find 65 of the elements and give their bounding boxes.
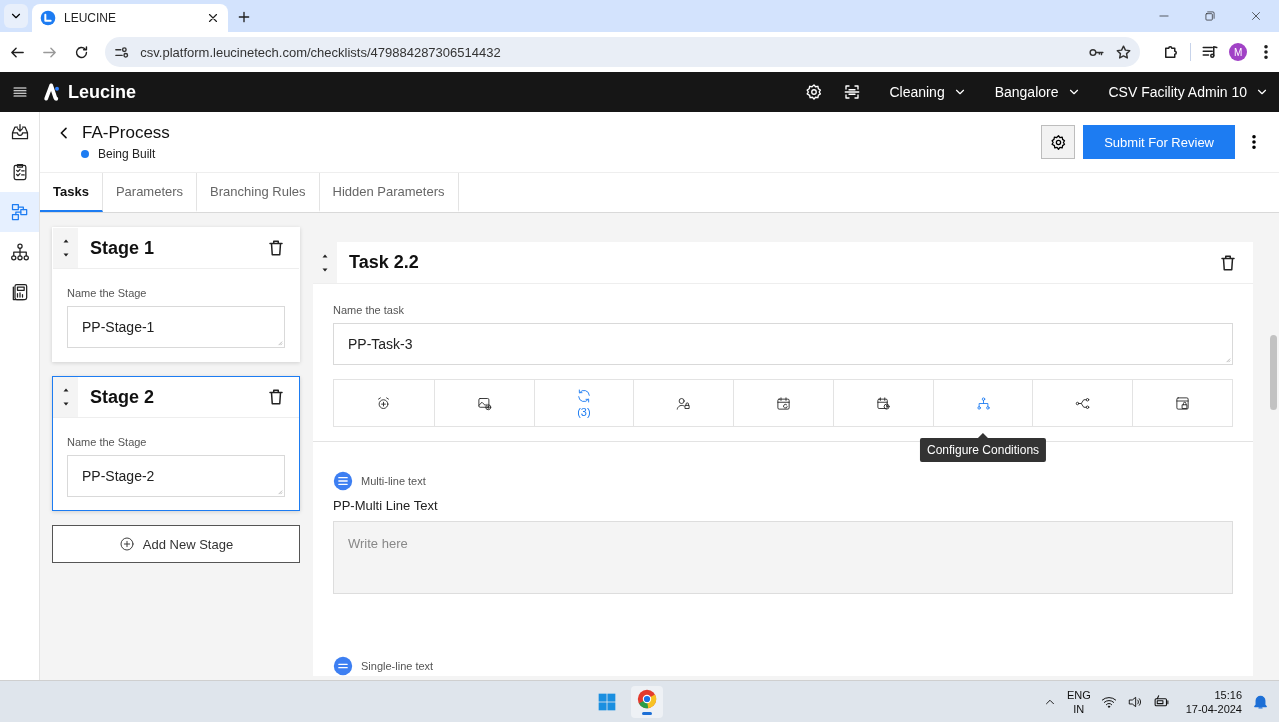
scan-icon[interactable] <box>843 83 862 101</box>
stage-name-field[interactable]: PP-Stage-1 <box>67 306 285 348</box>
new-tab-icon[interactable] <box>236 9 252 25</box>
header-dropdown[interactable]: Cleaning <box>889 84 967 100</box>
person-lock-icon <box>676 395 692 411</box>
settings-icon[interactable] <box>805 83 824 101</box>
hierarchy-icon <box>975 395 991 411</box>
tray-icon <box>9 122 30 142</box>
add-new-stage-button[interactable]: Add New Stage <box>52 525 300 563</box>
profile-avatar[interactable]: M <box>1229 43 1247 61</box>
calendar-refresh-icon <box>776 395 791 411</box>
language-indicator[interactable]: ENG IN <box>1066 687 1091 716</box>
submit-for-review-button[interactable]: Submit For Review <box>1083 125 1235 159</box>
field-label: Name the Stage <box>67 436 148 448</box>
task-title: Task 2.2 <box>348 252 420 273</box>
star-icon[interactable] <box>1115 43 1133 61</box>
field-label: Name the Stage <box>67 287 148 299</box>
status-dot <box>81 150 89 158</box>
trash-icon[interactable] <box>267 239 285 257</box>
header-dropdown[interactable]: Bangalore <box>994 84 1081 100</box>
hierarchy-icon <box>9 242 30 262</box>
stage-title: Stage 2 <box>89 386 156 408</box>
alarm-clock-icon <box>376 395 392 411</box>
tab[interactable]: Tasks <box>40 173 103 212</box>
text-type-icon <box>333 471 353 491</box>
scrollbar[interactable] <box>1270 335 1277 410</box>
parameter-name: PP-Multi Line Text <box>333 498 439 513</box>
refresh-icon <box>575 388 592 404</box>
task-name-field[interactable]: PP-Task-3 <box>333 323 1233 365</box>
settings-icon <box>1049 133 1067 151</box>
stage-title: Stage 1 <box>89 237 156 259</box>
windows-logo-icon[interactable] <box>596 691 617 712</box>
browser-logo-icon <box>635 688 658 710</box>
restore-icon[interactable] <box>1203 9 1217 23</box>
plus-circle-icon <box>118 536 135 552</box>
parameter-type: Single-line text <box>361 660 434 672</box>
browser-taskbar-button[interactable] <box>630 685 663 718</box>
parameter-type: Multi-line text <box>361 475 426 487</box>
calendar-clock-icon <box>875 395 891 411</box>
leucine-logo-icon <box>42 82 62 102</box>
brand-name: Leucine <box>68 81 137 103</box>
trash-icon[interactable] <box>1219 253 1237 272</box>
menu-icon[interactable] <box>12 84 28 100</box>
stage-card[interactable]: Stage 1 Name the Stage PP-Stage-1 <box>52 227 300 362</box>
leucine-favicon-icon <box>40 10 56 26</box>
settings-button[interactable] <box>1041 125 1076 159</box>
trash-icon[interactable] <box>267 388 285 406</box>
header-dropdown[interactable]: CSV Facility Admin 10 <box>1108 84 1269 100</box>
stage-card[interactable]: Stage 2 Name the Stage PP-Stage-2 <box>52 376 300 511</box>
clock[interactable]: 15:16 17-04-2024 <box>1185 687 1242 716</box>
media-icon[interactable] <box>1201 43 1220 61</box>
image-icon <box>476 395 492 411</box>
notification-bell-icon[interactable] <box>1252 693 1269 710</box>
process-title: FA-Process <box>82 123 170 143</box>
browser-tab[interactable]: LEUCINE <box>32 4 228 32</box>
flowchart-icon <box>9 202 30 222</box>
tooltip: Configure Conditions <box>920 433 1047 462</box>
nodes-icon <box>1075 395 1091 411</box>
field-label: Name the task <box>333 304 405 316</box>
stage-name-field[interactable]: PP-Stage-2 <box>67 455 285 497</box>
process-status: Being Built <box>98 147 156 161</box>
close-icon[interactable] <box>206 11 220 25</box>
save-lock-icon <box>1175 395 1191 411</box>
address-bar[interactable]: csv.platform.leucinetech.com/checklists/479884287306514432 <box>105 37 1141 67</box>
tab-list-button[interactable] <box>4 4 28 28</box>
